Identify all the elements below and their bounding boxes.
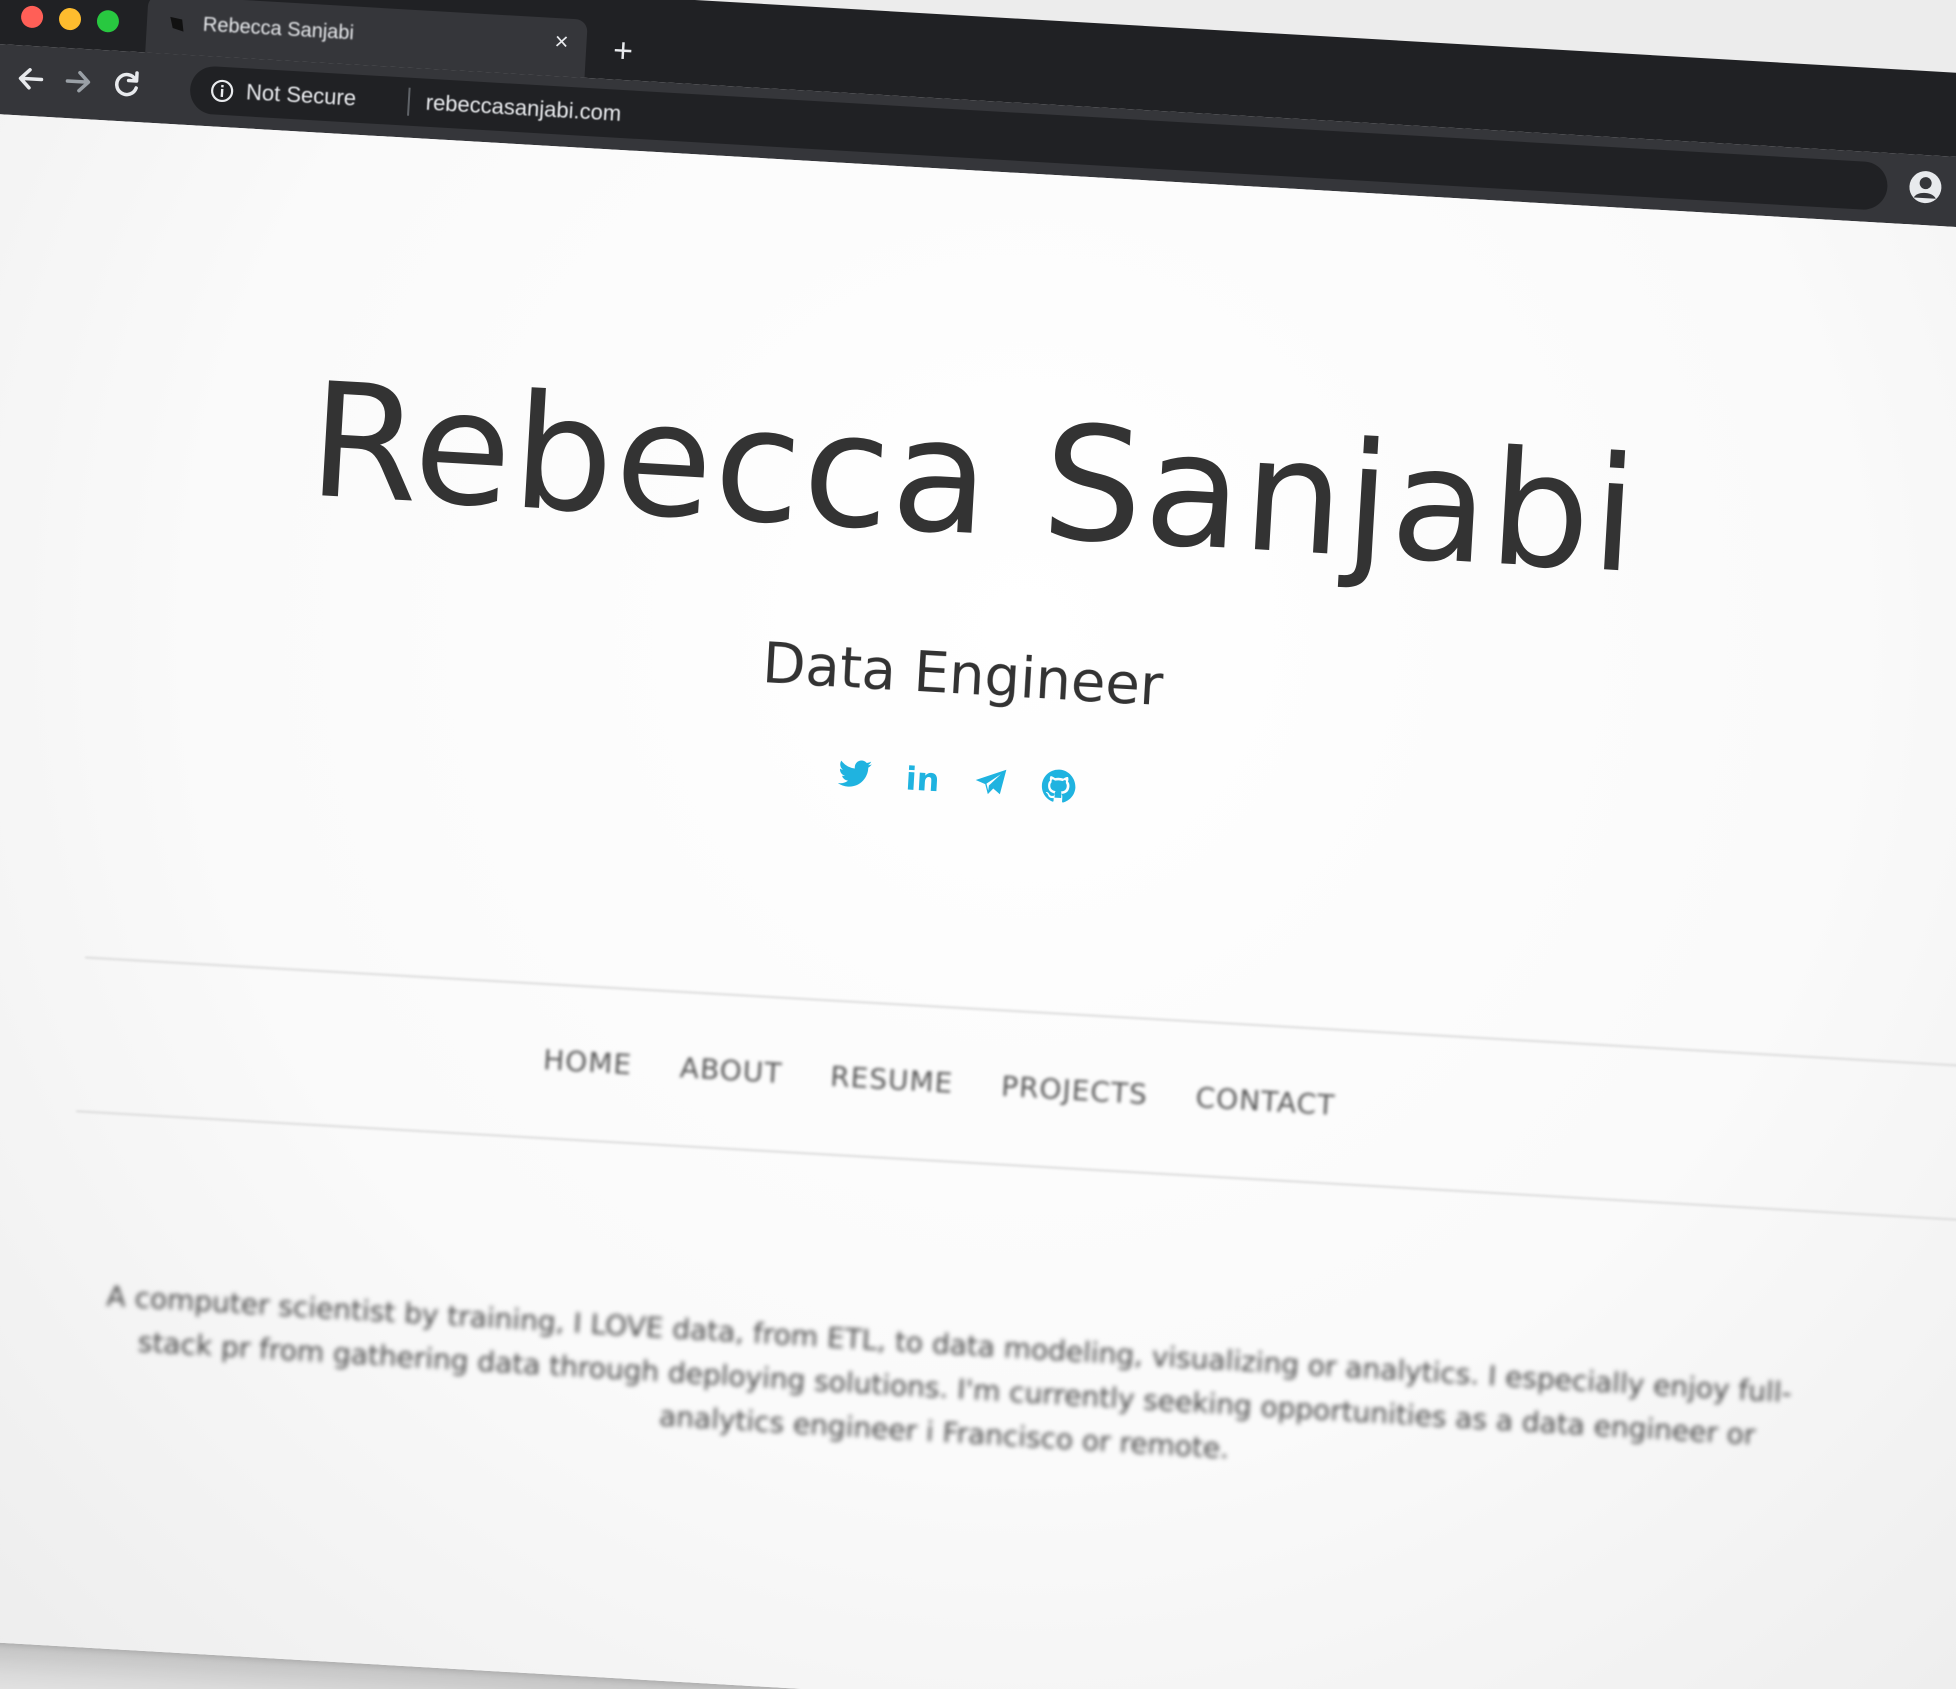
hero-name: Rebecca Sanjabi — [304, 348, 1644, 610]
minimize-window-button[interactable] — [58, 7, 82, 31]
tab-title: Rebecca Sanjabi — [202, 13, 355, 45]
about-paragraph: A computer scientist by training, I LOVE… — [105, 1279, 1793, 1466]
profile-icon[interactable] — [1906, 168, 1944, 206]
screenshot-stage: Rebecca Sanjabi × + Not Secure rebeccasa… — [0, 0, 1956, 1689]
github-icon — [1041, 769, 1076, 803]
main-navigation: HOME ABOUT RESUME PROJECTS CONTACT — [0, 1008, 1939, 1156]
url-text[interactable]: rebeccasanjabi.com — [425, 90, 622, 127]
close-window-button[interactable] — [20, 5, 44, 29]
nav-resume[interactable]: RESUME — [829, 1060, 954, 1100]
new-tab-button[interactable]: + — [612, 31, 634, 70]
forward-arrow-icon[interactable] — [60, 64, 96, 100]
linkedin-link[interactable]: in — [902, 757, 944, 799]
nav-contact[interactable]: CONTACT — [1195, 1081, 1336, 1122]
nav-projects[interactable]: PROJECTS — [1000, 1069, 1148, 1110]
browser-window: Rebecca Sanjabi × + Not Secure rebeccasa… — [0, 0, 1956, 1689]
telegram-icon — [975, 769, 1007, 795]
security-status-label: Not Secure — [245, 79, 357, 111]
twitter-link[interactable] — [834, 753, 876, 795]
github-link[interactable] — [1037, 765, 1079, 807]
reload-icon[interactable] — [108, 66, 144, 102]
svg-text:in: in — [905, 759, 941, 797]
web-page: Rebecca Sanjabi Data Engineer in HOME AB… — [0, 113, 1956, 1689]
info-icon[interactable] — [209, 78, 234, 103]
linkedin-icon: in — [905, 759, 941, 797]
address-separator — [407, 87, 411, 116]
twitter-icon — [837, 760, 872, 787]
nav-home[interactable]: HOME — [542, 1043, 633, 1081]
nav-about[interactable]: ABOUT — [679, 1051, 783, 1090]
favicon-icon — [170, 16, 184, 32]
telegram-link[interactable] — [969, 761, 1011, 803]
tab-close-button[interactable]: × — [554, 28, 570, 56]
maximize-window-button[interactable] — [96, 9, 120, 33]
back-arrow-icon[interactable] — [13, 61, 49, 97]
